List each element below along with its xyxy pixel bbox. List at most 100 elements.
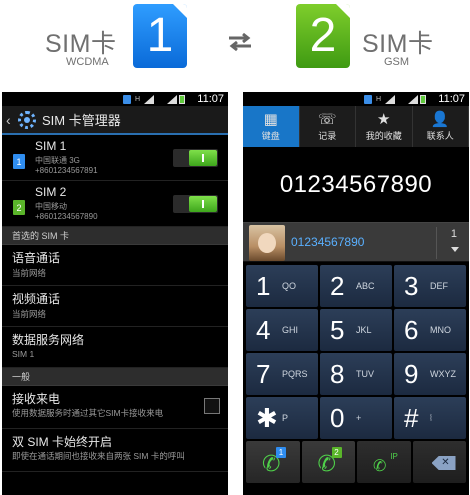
sim-1-row[interactable]: 1 SIM 1 中国联通 3G +8601234567891 xyxy=(2,135,228,181)
phone-icon: ✆ xyxy=(373,458,387,475)
sim-2-icon: 2 xyxy=(13,200,25,215)
match-count: 1 xyxy=(450,228,457,240)
gear-icon xyxy=(18,110,36,129)
banner: SIM卡 WCDMA 1 2 SIM卡 GSM xyxy=(0,0,470,82)
ip-label: IP xyxy=(390,452,398,461)
sim-1-toggle[interactable] xyxy=(173,149,218,167)
key-9-letters: WXYZ xyxy=(430,369,456,379)
network-type-icon: H xyxy=(376,96,382,103)
vibrate-icon: ⦚ xyxy=(430,413,432,423)
key-9[interactable]: 9 WXYZ xyxy=(394,353,466,395)
key-hash[interactable]: # ⦚ xyxy=(394,397,466,439)
key-0-digit: 0 xyxy=(330,403,345,433)
key-4-digit: 4 xyxy=(256,315,271,345)
page-title: SIM 卡管理器 xyxy=(42,113,121,128)
delete-button[interactable]: ✕ xyxy=(412,441,466,483)
key-6-letters: MNO xyxy=(430,325,451,335)
key-2[interactable]: 2 ABC xyxy=(320,265,392,307)
ip-call-button[interactable]: ✆ IP xyxy=(357,441,411,483)
tab-call-log[interactable]: ☏ 记录 xyxy=(300,106,356,147)
person-icon: 👤 xyxy=(430,111,450,128)
tab-call-log-label: 记录 xyxy=(318,131,337,141)
key-8-digit: 8 xyxy=(330,359,345,389)
key-8[interactable]: 8 TUV xyxy=(320,353,392,395)
signal-icon xyxy=(385,95,395,104)
dual-sim-sub: 即使在通话期间也接收来自两张 SIM 卡的呼叫 xyxy=(12,451,185,461)
key-1-digit: 1 xyxy=(256,271,271,301)
tab-contacts[interactable]: 👤 联系人 xyxy=(413,106,469,147)
receive-calls-checkbox[interactable] xyxy=(204,398,220,414)
key-star[interactable]: ✱ P xyxy=(246,397,318,439)
voice-call-sub: 当前网络 xyxy=(12,268,47,278)
dual-sim-item[interactable]: 双 SIM 卡始终开启 即使在通话期间也接收来自两张 SIM 卡的呼叫 xyxy=(2,429,228,472)
sim-1-number: +8601234567891 xyxy=(35,166,98,175)
key-star-letters: P xyxy=(282,413,289,423)
tab-favorites[interactable]: ★ 我的收藏 xyxy=(356,106,413,147)
video-call-sub: 当前网络 xyxy=(12,309,47,319)
voice-call-item[interactable]: 语音通话 当前网络 xyxy=(2,245,228,286)
sim-2-number: +8601234567890 xyxy=(35,212,98,221)
sim-2-row[interactable]: 2 SIM 2 中国移动 +8601234567890 xyxy=(2,181,228,227)
status-bar: H 11:07 xyxy=(243,92,469,106)
key-3[interactable]: 3 DEF xyxy=(394,265,466,307)
key-1[interactable]: 1 QO xyxy=(246,265,318,307)
keypad: 1 QO 2 ABC 3 DEF 4 GHI 5 JKL 6 MNO 7 PQRS 8 TUV … xyxy=(243,264,469,484)
video-call-item[interactable]: 视频通话 当前网络 xyxy=(2,286,228,327)
clock: 11:07 xyxy=(197,93,224,105)
tab-favorites-label: 我的收藏 xyxy=(365,131,402,141)
voice-call-title: 语音通话 xyxy=(12,251,61,265)
key-5-letters: JKL xyxy=(356,325,372,335)
sim-1-operator: 中国联通 3G xyxy=(35,156,80,165)
key-star-symbol: ✱ xyxy=(256,403,278,433)
sim-card-1-number: 1 xyxy=(146,9,174,62)
star-icon: ★ xyxy=(377,111,391,128)
title-bar: ‹ SIM 卡管理器 xyxy=(2,106,228,135)
contact-number: 01234567890 xyxy=(291,235,365,249)
sim-card-2-number: 2 xyxy=(309,9,337,62)
tab-contacts-label: 联系人 xyxy=(426,131,454,141)
key-3-digit: 3 xyxy=(404,271,419,301)
receive-calls-title: 接收来电 xyxy=(12,392,61,406)
receive-calls-sub: 使用数据服务时通过其它SIM卡接收来电 xyxy=(12,408,164,418)
key-4[interactable]: 4 GHI xyxy=(246,309,318,351)
key-8-letters: TUV xyxy=(356,369,374,379)
chevron-down-icon[interactable] xyxy=(451,247,459,252)
avatar xyxy=(249,225,285,261)
sim-2-toggle[interactable] xyxy=(173,195,218,213)
network-label-wcdma: WCDMA xyxy=(66,56,109,68)
dual-sim-title: 双 SIM 卡始终开启 xyxy=(12,435,113,449)
keypad-icon: ▦ xyxy=(263,111,278,128)
key-3-letters: DEF xyxy=(430,281,448,291)
status-bar: H 11:07 xyxy=(2,92,228,106)
video-call-title: 视频通话 xyxy=(12,292,61,306)
call-sim-1-button[interactable]: ✆ 1 xyxy=(246,441,300,483)
call-sim-2-button[interactable]: ✆ 2 xyxy=(301,441,355,483)
preferred-sim-header: 首选的 SIM 卡 xyxy=(2,227,228,245)
dialer-screen: H 11:07 ▦ 键盘 ☏ 记录 ★ 我的收藏 👤 联系人 012345678… xyxy=(243,92,469,495)
data-network-title: 数据服务网络 xyxy=(12,333,85,347)
key-4-letters: GHI xyxy=(282,325,299,335)
sim-2-operator: 中国移动 xyxy=(35,202,67,211)
signal-icon xyxy=(144,95,154,104)
key-5-digit: 5 xyxy=(330,315,345,345)
sim-card-1-graphic: 1 xyxy=(133,4,187,68)
sim-1-name: SIM 1 xyxy=(35,139,67,153)
tab-keypad[interactable]: ▦ 键盘 xyxy=(243,106,300,147)
data-network-item[interactable]: 数据服务网络 SIM 1 xyxy=(2,327,228,368)
key-5[interactable]: 5 JKL xyxy=(320,309,392,351)
key-6[interactable]: 6 MNO xyxy=(394,309,466,351)
sim-1-icon: 1 xyxy=(13,154,25,169)
dialer-tabs: ▦ 键盘 ☏ 记录 ★ 我的收藏 👤 联系人 xyxy=(243,106,469,147)
key-7[interactable]: 7 PQRS xyxy=(246,353,318,395)
key-0[interactable]: 0 + xyxy=(320,397,392,439)
voicemail-icon: QO xyxy=(282,281,297,291)
key-7-digit: 7 xyxy=(256,359,271,389)
dialed-number[interactable]: 01234567890 xyxy=(243,147,469,222)
back-chevron-icon[interactable]: ‹ xyxy=(6,112,16,128)
key-0-letters: + xyxy=(356,413,362,423)
contact-suggestion[interactable]: 01234567890 1 xyxy=(243,222,469,262)
receive-calls-item[interactable]: 接收来电 使用数据服务时通过其它SIM卡接收来电 xyxy=(2,386,228,429)
data-network-sub: SIM 1 xyxy=(12,349,35,359)
key-hash-symbol: # xyxy=(404,403,419,433)
general-header: 一般 xyxy=(2,368,228,386)
